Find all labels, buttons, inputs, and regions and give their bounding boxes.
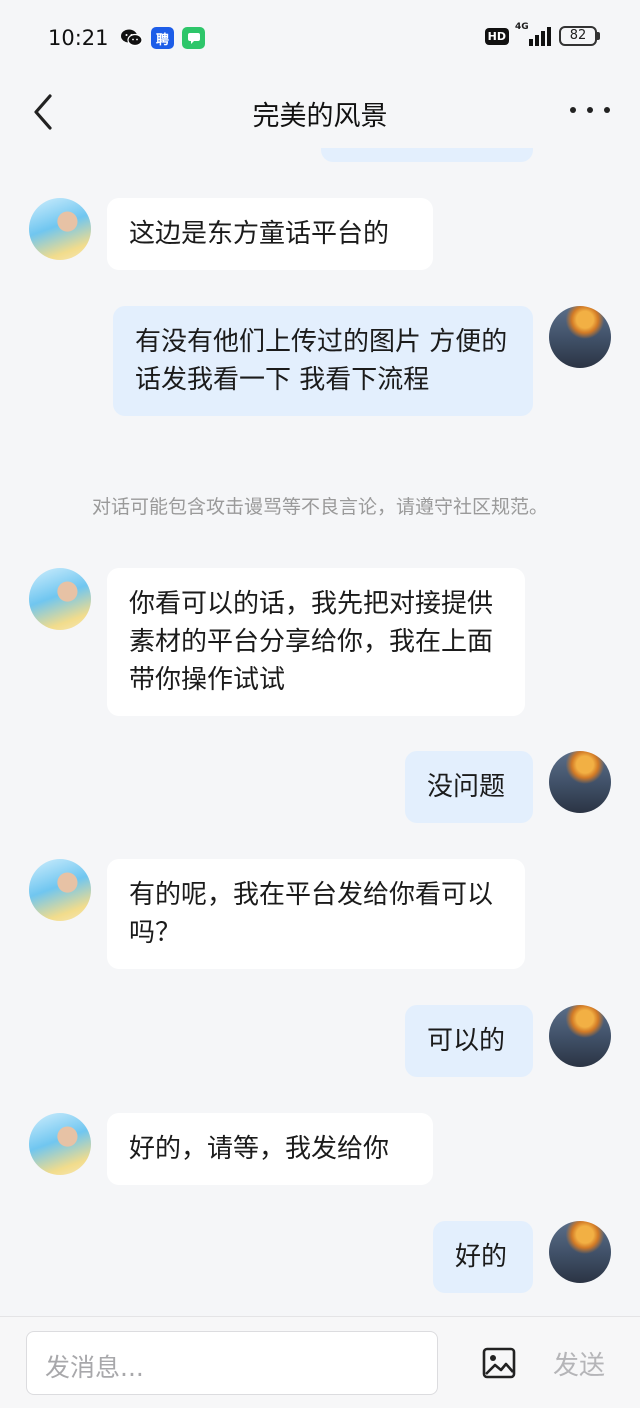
message-bubble: 有的呢，我在平台发给你看可以吗？ xyxy=(107,859,525,969)
message-bubble: 有没有他们上传过的图片 方便的话发我看一下 我看下流程 xyxy=(113,306,533,416)
signal-icon: 4G xyxy=(515,22,551,46)
battery-icon: 82 xyxy=(559,26,600,46)
message-bubble: 你看可以的话，我先把对接提供素材的平台分享给你，我在上面带你操作试试 xyxy=(107,568,525,716)
message-bubble: 这边是东方童话平台的 xyxy=(107,198,433,270)
status-indicators: HD 4G 82 xyxy=(484,22,600,46)
status-bar: 10:21 聘 HD 4G 82 xyxy=(0,0,640,76)
image-icon[interactable] xyxy=(482,1347,516,1379)
my-avatar[interactable] xyxy=(549,306,611,368)
battery-level: 82 xyxy=(559,26,597,46)
contact-avatar[interactable] xyxy=(29,568,91,630)
message-bubble: 可以的 xyxy=(405,1005,533,1077)
previous-message-bubble xyxy=(321,148,533,162)
message-input[interactable]: 发消息... xyxy=(26,1331,438,1395)
message-list[interactable]: 这边是东方童话平台的 有没有他们上传过的图片 方便的话发我看一下 我看下流程 对… xyxy=(0,148,640,1316)
contact-avatar[interactable] xyxy=(29,198,91,260)
my-avatar[interactable] xyxy=(549,751,611,813)
message-bubble: 没问题 xyxy=(405,751,533,823)
nav-bar: 完美的风景 xyxy=(0,76,640,148)
message-bubble: 好的，请等，我发给你 xyxy=(107,1113,433,1185)
chat-title: 完美的风景 xyxy=(252,101,388,132)
messages-app-icon xyxy=(182,27,205,49)
message-bubble: 好的 xyxy=(433,1221,533,1293)
more-dots-icon[interactable] xyxy=(570,98,610,122)
status-time: 10:21 xyxy=(48,26,109,50)
wechat-icon xyxy=(120,27,143,49)
hd-badge: HD xyxy=(484,27,509,45)
message-input-placeholder: 发消息... xyxy=(45,1353,144,1382)
network-type: 4G xyxy=(515,22,529,32)
status-app-icons: 聘 xyxy=(120,27,205,49)
recruit-app-icon: 聘 xyxy=(151,27,174,49)
my-avatar[interactable] xyxy=(549,1005,611,1067)
contact-avatar[interactable] xyxy=(29,1113,91,1175)
composer-bar: 发消息... 发送 xyxy=(0,1316,640,1408)
my-avatar[interactable] xyxy=(549,1221,611,1283)
send-button[interactable]: 发送 xyxy=(553,1345,605,1382)
contact-avatar[interactable] xyxy=(29,859,91,921)
community-notice: 对话可能包含攻击谩骂等不良言论，请遵守社区规范。 xyxy=(91,496,548,518)
